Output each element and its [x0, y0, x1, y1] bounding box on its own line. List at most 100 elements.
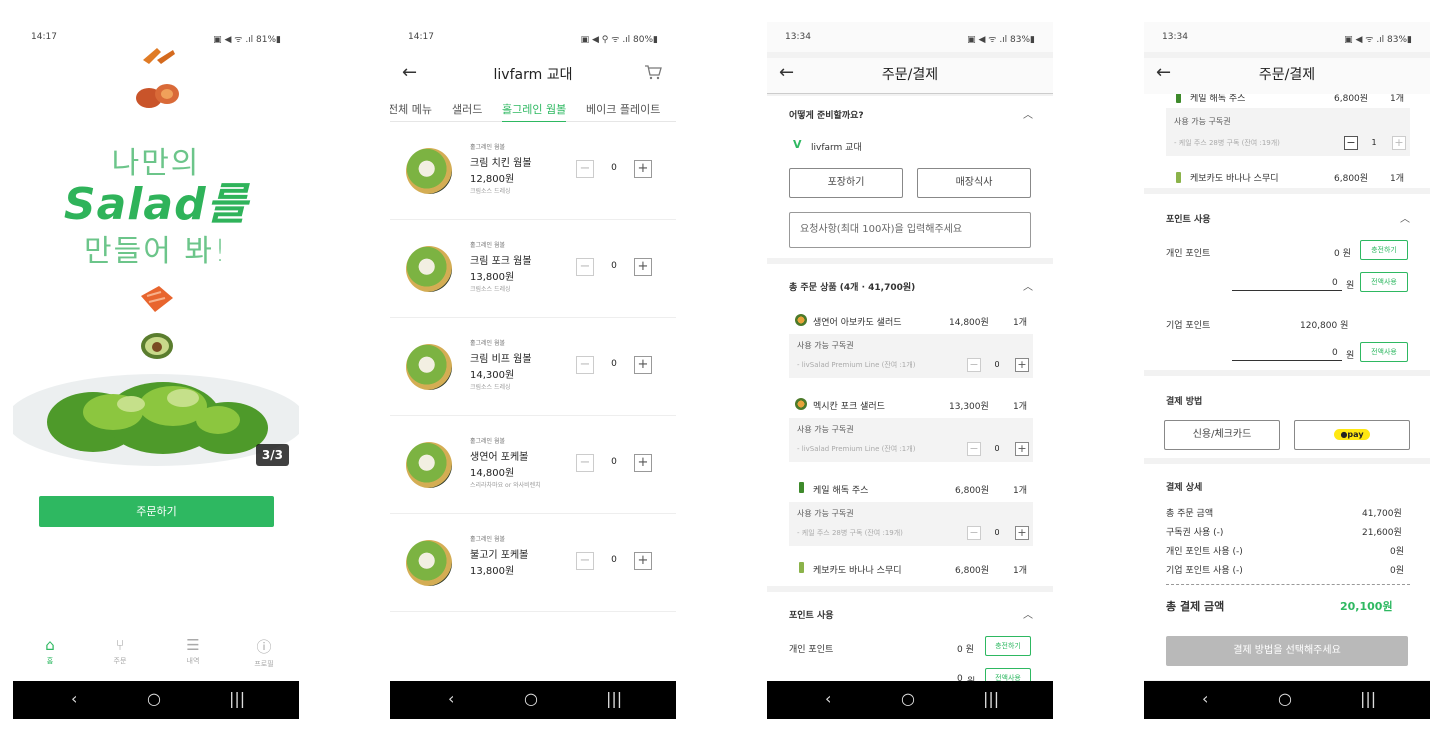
request-input[interactable]: 요청사항(최대 100자)을 입력해주세요 [789, 212, 1031, 248]
section-title: 포인트 사용 [789, 611, 834, 621]
plus-button[interactable]: + [1015, 526, 1029, 540]
status-time: 14:17 [31, 32, 57, 42]
nav-back-icon[interactable]: ‹ [1202, 689, 1208, 708]
order-button[interactable]: 주문하기 [39, 496, 274, 527]
subscription-box: 사용 가능 구독권 - 케일 주스 28병 구독 (잔여 :19개) − 0 + [789, 502, 1033, 546]
category-tab[interactable]: 전체 메뉴 [390, 101, 432, 117]
nav-back-icon[interactable]: ‹ [448, 689, 454, 708]
nav-home-icon[interactable]: ○ [524, 689, 538, 708]
minus-button[interactable]: − [967, 442, 981, 456]
chevron-up-icon[interactable]: ︿ [1023, 278, 1033, 293]
menu-item[interactable]: 홀그레인 웜볼 크림 포크 웜볼 13,800원 크림소스 드레싱 − 0 + [390, 220, 676, 318]
header: ← 주문/결제 [1144, 58, 1430, 94]
tab-history[interactable]: ☰ 내역 [168, 636, 218, 666]
minus-button[interactable]: − [576, 356, 594, 374]
menu-item-image [406, 148, 452, 194]
nav-recents-icon[interactable]: ||| [229, 689, 245, 708]
corp-points-input-value: 0 [1332, 348, 1338, 358]
use-all-button[interactable]: 전액사용 [1360, 342, 1408, 362]
chevron-up-icon[interactable]: ︿ [1023, 106, 1033, 121]
section-title: 총 주문 상품 (4개 · 41,700원) [789, 283, 916, 293]
minus-button[interactable]: − [576, 160, 594, 178]
minus-button[interactable]: − [967, 526, 981, 540]
quantity-value: 0 [611, 359, 617, 369]
plus-button[interactable]: + [634, 160, 652, 178]
menu-item-category: 홀그레인 웜볼 [470, 438, 506, 445]
quantity-value: 0 [994, 360, 1000, 369]
nav-back-icon[interactable]: ‹ [825, 689, 831, 708]
plus-button[interactable]: + [1015, 358, 1029, 372]
dine-in-button[interactable]: 매장식사 [917, 168, 1031, 198]
hero-line-3: 만들어 봐! [84, 234, 228, 269]
plus-button[interactable]: + [634, 454, 652, 472]
total-label: 총 결제 금액 [1166, 600, 1225, 613]
menu-item-image [406, 344, 452, 390]
chevron-up-icon[interactable]: ︿ [1023, 606, 1033, 621]
quantity-value: 1 [1371, 138, 1377, 147]
category-tab[interactable]: 베이크 플레이트 [586, 101, 660, 117]
charge-button[interactable]: 충전하기 [1360, 240, 1408, 260]
tab-profile[interactable]: ⓘ 프로필 [239, 636, 289, 669]
corp-points-value: 120,800 원 [1300, 321, 1349, 331]
nav-back-icon[interactable]: ‹ [71, 689, 77, 708]
quantity-stepper: − 0 + [576, 552, 652, 570]
tab-home[interactable]: ⌂ 홈 [25, 636, 75, 666]
nav-home-icon[interactable]: ○ [901, 689, 915, 708]
corp-points-input[interactable] [1232, 360, 1342, 361]
menu-item[interactable]: 홀그레인 웜볼 크림 치킨 웜볼 12,800원 크림소스 드레싱 − 0 + [390, 122, 676, 220]
personal-points-label: 개인 포인트 [1166, 249, 1211, 259]
quantity-value: 0 [611, 163, 617, 173]
menu-item-price: 14,800원 [470, 468, 515, 479]
detail-value: 41,700원 [1362, 509, 1402, 519]
status-bar: 13:34 ▣ ◀ ᯤ .ıl 83%▮ [767, 22, 1053, 52]
menu-item[interactable]: 홀그레인 웜볼 크림 비프 웜볼 14,300원 크림소스 드레싱 − 0 + [390, 318, 676, 416]
card-payment-button[interactable]: 신용/체크카드 [1164, 420, 1280, 450]
prep-section: 어떻게 준비할까요? ︿ V livfarm 교대 포장하기 매장식사 요청사항… [767, 96, 1053, 258]
menu-item-price: 14,300원 [470, 370, 515, 381]
personal-points-label: 개인 포인트 [789, 645, 834, 655]
minus-button[interactable]: − [576, 258, 594, 276]
status-icons: ▣ ◀ ᯤ .ıl 83%▮ [967, 35, 1035, 45]
detail-label: 개인 포인트 사용 (-) [1166, 547, 1243, 557]
quantity-value: 0 [994, 444, 1000, 453]
plus-button[interactable]: + [634, 356, 652, 374]
minus-button[interactable]: − [576, 552, 594, 570]
menu-item[interactable]: 홀그레인 웜볼 불고기 포케볼 13,800원 − 0 + [390, 514, 676, 612]
home-icon: ⌂ [45, 636, 55, 654]
personal-points-input[interactable] [1232, 290, 1342, 291]
menu-item[interactable]: 홀그레인 웜볼 생연어 포케볼 14,800원 스리라차마요 or 와사비렌치 … [390, 416, 676, 514]
minus-button[interactable]: − [576, 454, 594, 472]
order-item-price: 6,800원 [1334, 174, 1369, 184]
category-tab[interactable]: 샐러드 [452, 101, 482, 117]
chevron-up-icon[interactable]: ︿ [1400, 210, 1410, 225]
menu-item-name: 불고기 포케볼 [470, 550, 529, 561]
charge-button[interactable]: 충전하기 [985, 636, 1031, 656]
menu-item-price: 13,800원 [470, 272, 515, 283]
menu-item-image [406, 442, 452, 488]
menu-item-name: 크림 치킨 웜볼 [470, 158, 532, 169]
nav-recents-icon[interactable]: ||| [983, 689, 999, 708]
nav-home-icon[interactable]: ○ [147, 689, 161, 708]
kakao-pay-button[interactable]: ●pay [1294, 420, 1410, 450]
menu-item-category: 홀그레인 웜볼 [470, 536, 506, 543]
plus-button[interactable]: + [634, 258, 652, 276]
category-tab-active[interactable]: 홀그레인 웜볼 [502, 101, 567, 123]
status-time: 14:17 [408, 32, 434, 42]
nav-recents-icon[interactable]: ||| [1360, 689, 1376, 708]
tab-order[interactable]: ⑂ 주문 [95, 636, 145, 666]
use-all-button[interactable]: 전액사용 [1360, 272, 1408, 292]
plus-button[interactable]: + [634, 552, 652, 570]
pay-button[interactable]: 결제 방법을 선택해주세요 [1166, 636, 1408, 666]
plus-button[interactable]: + [1015, 442, 1029, 456]
plus-button[interactable]: + [1392, 136, 1406, 150]
cart-icon[interactable] [644, 64, 662, 80]
nav-recents-icon[interactable]: ||| [606, 689, 622, 708]
order-items-section: 총 주문 상품 (4개 · 41,700원) ︿ 생연어 아보카도 샐러드 14… [767, 264, 1053, 586]
takeout-button[interactable]: 포장하기 [789, 168, 903, 198]
minus-button[interactable]: − [967, 358, 981, 372]
section-title: 결제 상세 [1166, 483, 1203, 493]
android-nav-bar: ‹ ○ ||| [390, 681, 676, 719]
won-label: 원 [1346, 351, 1355, 361]
nav-home-icon[interactable]: ○ [1278, 689, 1292, 708]
minus-button[interactable]: − [1344, 136, 1358, 150]
